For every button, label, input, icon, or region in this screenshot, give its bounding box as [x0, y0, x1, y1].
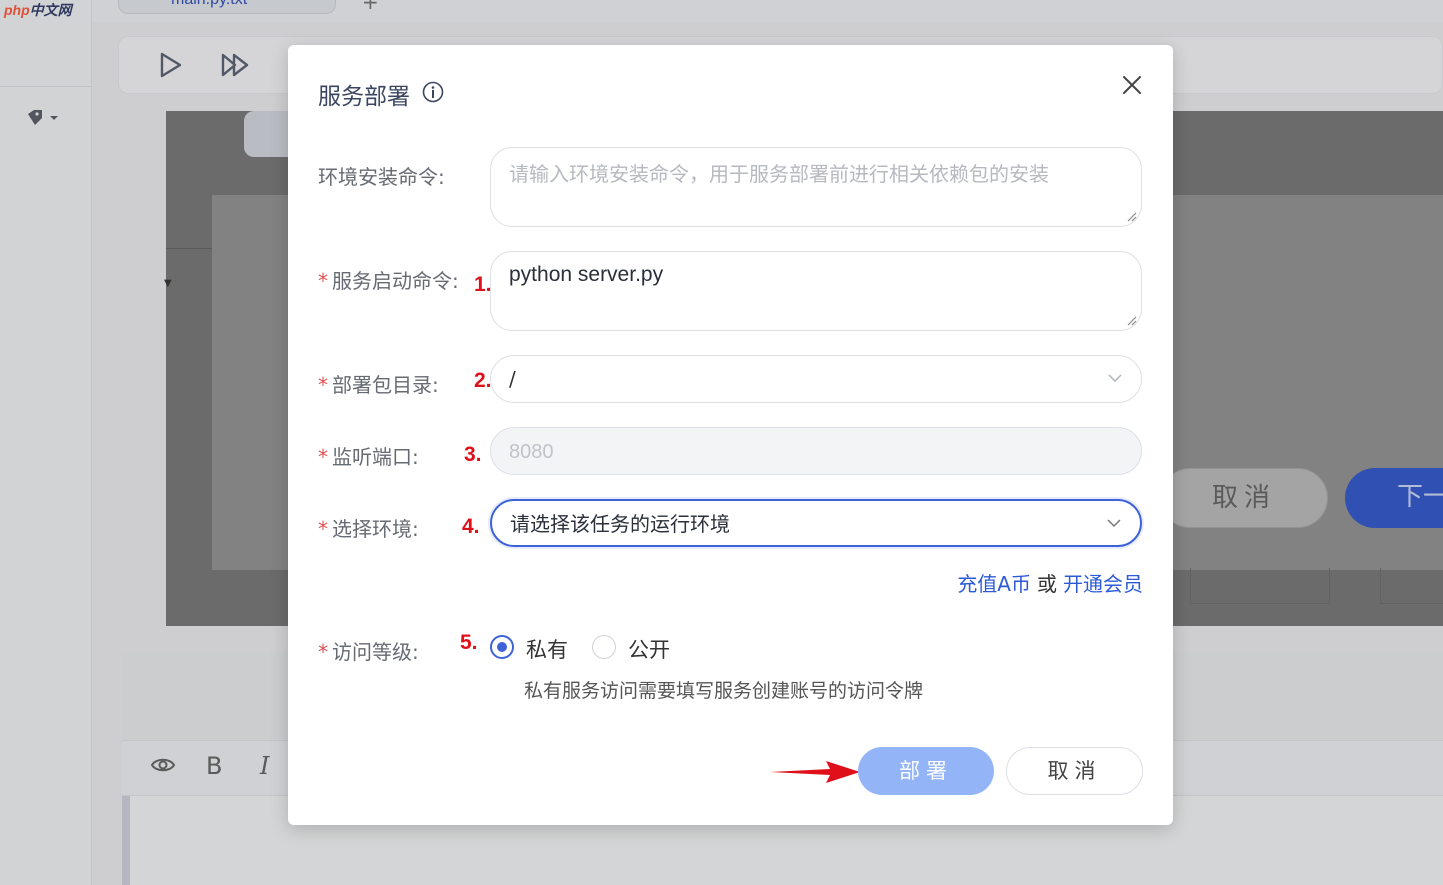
- access-level-hint: 私有服务访问需要填写服务创建账号的访问令牌: [524, 680, 924, 702]
- step-annotation-2: 2.: [474, 369, 492, 392]
- radio-public[interactable]: [592, 635, 616, 659]
- annotation-arrow-icon: [770, 761, 860, 783]
- upgrade-links: 充值A币或开通会员: [957, 568, 1143, 597]
- service-deploy-dialog: 服务部署 环境安装命令: 请输入环境安装命令，用于服务部署前进行相关依赖包的安装…: [288, 45, 1173, 825]
- close-icon[interactable]: [1120, 73, 1144, 97]
- radio-public-label[interactable]: 公开: [628, 634, 670, 664]
- step-annotation-1: 1.: [474, 273, 492, 296]
- cancel-button[interactable]: 取消: [1006, 747, 1143, 795]
- package-dir-value: /: [509, 367, 516, 391]
- chevron-down-icon: [1108, 374, 1122, 383]
- radio-private[interactable]: [490, 635, 514, 659]
- recharge-link[interactable]: 充值A币: [957, 572, 1031, 596]
- access-level-label: * 访问等级:: [318, 640, 419, 664]
- start-cmd-textarea[interactable]: python server.py: [490, 251, 1142, 331]
- package-dir-label: * 部署包目录:: [318, 373, 439, 397]
- env-install-label: 环境安装命令:: [318, 165, 445, 189]
- dialog-title: 服务部署: [318, 84, 410, 110]
- env-install-placeholder: 请输入环境安装命令，用于服务部署前进行相关依赖包的安装: [509, 162, 1049, 186]
- environment-label: * 选择环境:: [318, 517, 419, 541]
- or-text: 或: [1037, 572, 1057, 596]
- step-annotation-3: 3.: [464, 443, 482, 466]
- environment-placeholder: 请选择该任务的运行环境: [510, 512, 730, 536]
- port-input[interactable]: 8080: [490, 427, 1142, 475]
- port-label: * 监听端口:: [318, 445, 419, 469]
- membership-link[interactable]: 开通会员: [1063, 572, 1143, 596]
- resize-handle-icon[interactable]: [1125, 210, 1137, 222]
- env-install-textarea[interactable]: 请输入环境安装命令，用于服务部署前进行相关依赖包的安装: [490, 147, 1142, 227]
- info-icon[interactable]: [422, 81, 444, 103]
- radio-private-label[interactable]: 私有: [526, 634, 568, 664]
- start-cmd-value: python server.py: [509, 263, 664, 286]
- start-cmd-label: * 服务启动命令:: [318, 269, 459, 293]
- chevron-down-icon: [1107, 519, 1121, 528]
- package-dir-select[interactable]: /: [490, 355, 1142, 403]
- environment-select[interactable]: 请选择该任务的运行环境: [490, 499, 1142, 547]
- step-annotation-4: 4.: [462, 515, 480, 538]
- step-annotation-5: 5.: [460, 631, 478, 654]
- deploy-button[interactable]: 部署: [858, 747, 994, 795]
- port-value: 8080: [509, 441, 554, 463]
- resize-handle-icon[interactable]: [1125, 314, 1137, 326]
